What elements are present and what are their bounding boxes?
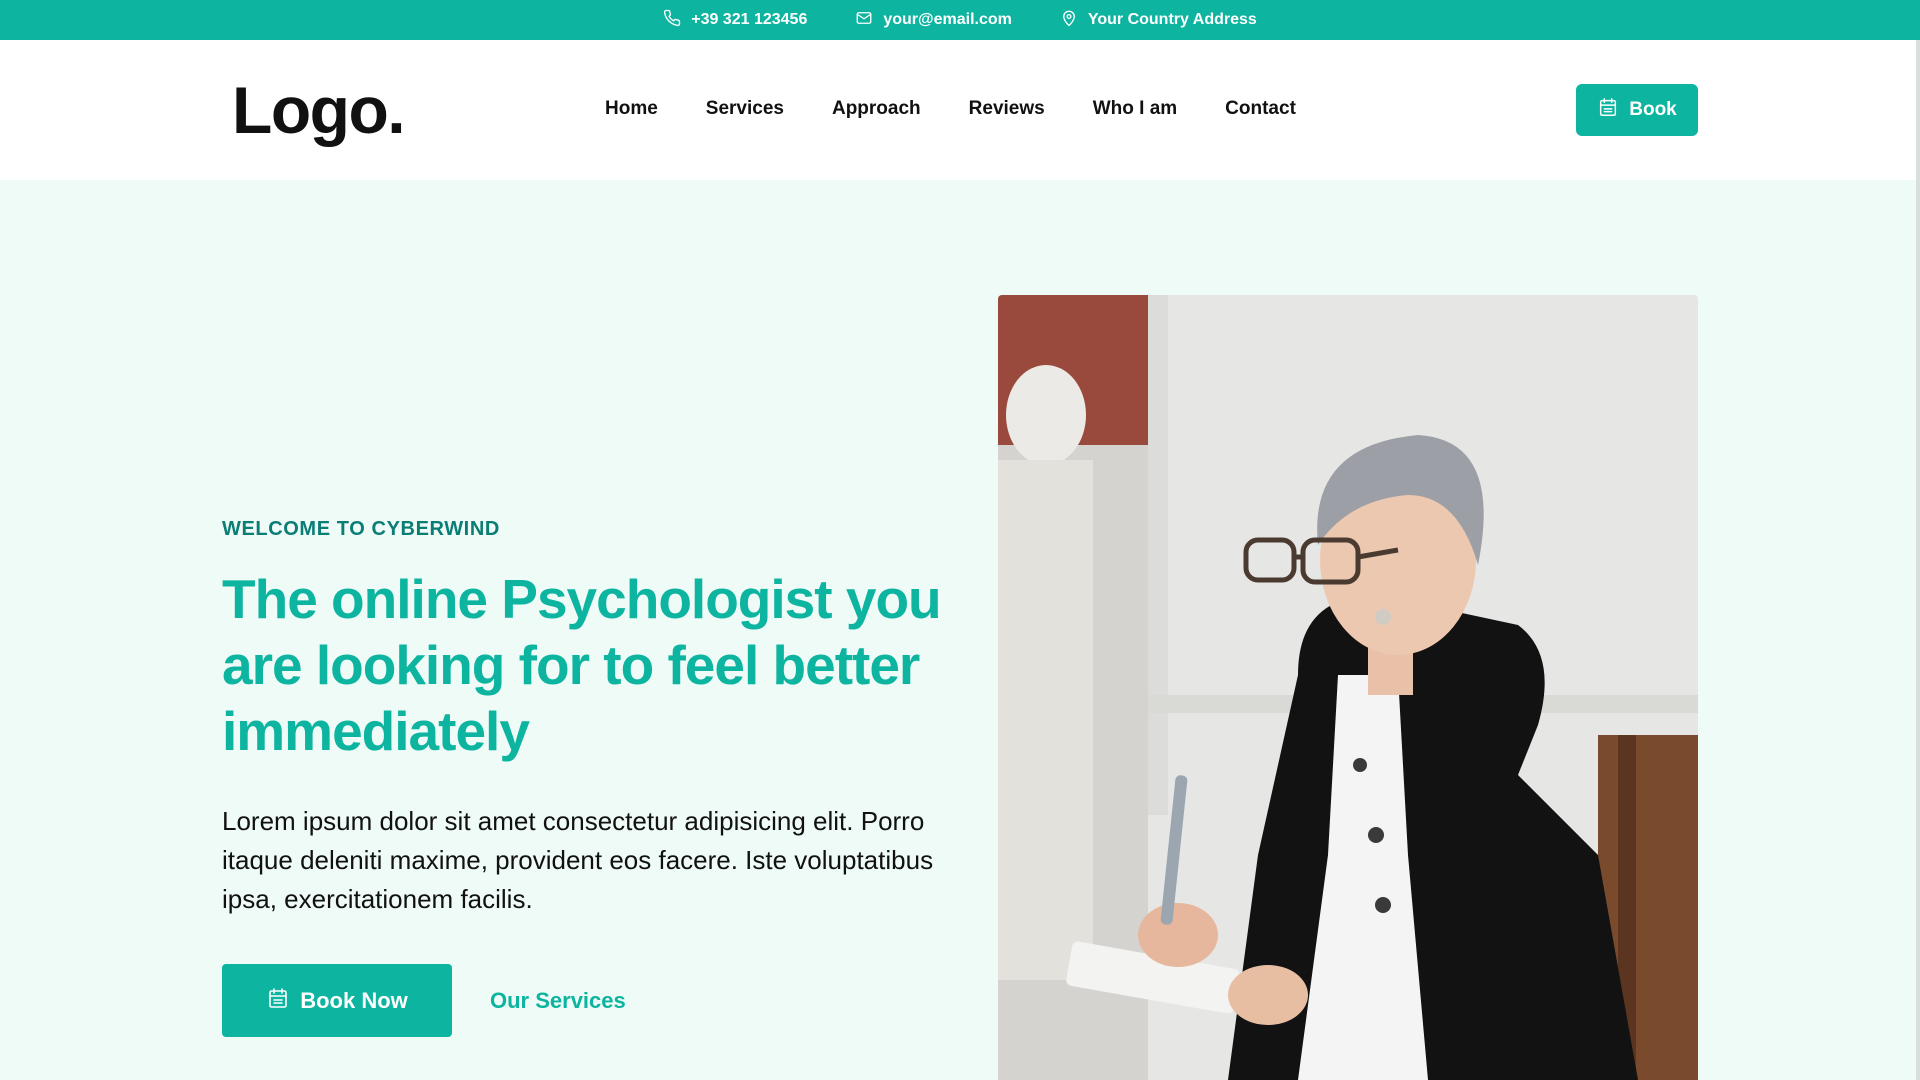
nav-services[interactable]: Services: [706, 98, 784, 120]
hero-description: Lorem ipsum dolor sit amet consectetur a…: [222, 806, 934, 914]
top-info-bar: +39 321 123456 your@email.com Your Count…: [0, 0, 1920, 40]
country-address: Your Country Address: [1087, 11, 1257, 28]
book-now-button[interactable]: Book Now: [222, 964, 452, 1037]
email-address: your@email.com: [883, 11, 1012, 28]
address-contact[interactable]: Your Country Address: [1060, 9, 1257, 32]
site-header: Logo. Home Services Approach Reviews Who…: [0, 40, 1920, 180]
mail-icon: [855, 9, 873, 32]
hero-title: The online Psychologist you are looking …: [222, 568, 942, 762]
hero-eyebrow: WELCOME TO CYBERWIND: [222, 518, 500, 540]
calendar-icon: [1597, 96, 1619, 124]
our-services-link[interactable]: Our Services: [490, 988, 626, 1014]
main-nav: Home Services Approach Reviews Who I am …: [605, 98, 1296, 120]
nav-contact[interactable]: Contact: [1225, 98, 1296, 120]
nav-reviews[interactable]: Reviews: [969, 98, 1045, 120]
nav-home[interactable]: Home: [605, 98, 658, 120]
email-contact[interactable]: your@email.com: [855, 9, 1012, 32]
phone-contact[interactable]: +39 321 123456: [663, 9, 807, 32]
logo[interactable]: Logo.: [232, 72, 406, 148]
phone-icon: [663, 9, 681, 32]
psychologist-photo: [998, 295, 1698, 1080]
nav-approach[interactable]: Approach: [832, 98, 921, 120]
scrollbar-edge[interactable]: [1916, 40, 1920, 1080]
header-book-label: Book: [1629, 99, 1677, 120]
header-book-button[interactable]: Book: [1576, 84, 1698, 136]
location-pin-icon: [1060, 9, 1078, 32]
calendar-icon: [266, 986, 290, 1016]
nav-who-i-am[interactable]: Who I am: [1093, 98, 1177, 120]
phone-number: +39 321 123456: [691, 11, 808, 28]
book-now-label: Book Now: [300, 987, 408, 1013]
